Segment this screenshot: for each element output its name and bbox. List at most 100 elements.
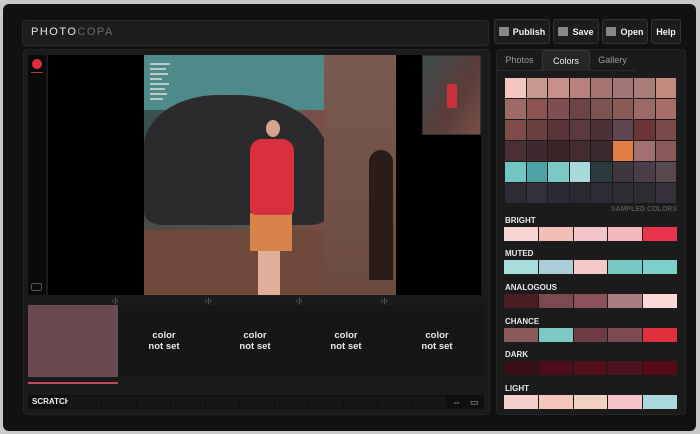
scratch-cell[interactable] (309, 396, 343, 408)
palette-swatch[interactable] (643, 328, 677, 342)
palette-swatch[interactable] (504, 294, 538, 308)
scratch-cell[interactable] (171, 396, 205, 408)
palette-swatch[interactable] (608, 328, 643, 342)
sampled-color-cell[interactable] (612, 141, 633, 161)
palette-swatch[interactable] (643, 227, 677, 241)
sampled-color-cell[interactable] (591, 99, 612, 119)
tab-gallery[interactable]: Gallery (590, 50, 635, 71)
sampled-color-cell[interactable] (505, 162, 526, 182)
sampled-color-cell[interactable] (548, 99, 569, 119)
sampled-color-cell[interactable] (505, 120, 526, 140)
palette-swatch[interactable] (608, 227, 643, 241)
scratch-cell[interactable] (412, 396, 446, 408)
sampled-color-cell[interactable] (655, 99, 676, 119)
palette-swatch[interactable] (538, 227, 573, 241)
swatch-divider-handle[interactable]: ‹|› (381, 298, 387, 305)
palette-swatch[interactable] (608, 260, 643, 274)
palette-swatch[interactable] (643, 361, 677, 375)
sampled-color-cell[interactable] (634, 99, 655, 119)
main-photo[interactable] (144, 55, 396, 295)
sampled-color-cell[interactable] (526, 78, 547, 98)
photo-thumbnail[interactable] (422, 55, 481, 135)
sampled-color-cell[interactable] (612, 78, 633, 98)
scratch-cell[interactable] (102, 396, 136, 408)
open-button[interactable]: Open (602, 19, 648, 44)
swatch-slot-1[interactable] (28, 305, 118, 377)
sampled-color-cell[interactable] (612, 183, 633, 203)
sampled-color-cell[interactable] (548, 78, 569, 98)
tab-colors[interactable]: Colors (542, 50, 590, 71)
sampled-color-cell[interactable] (548, 120, 569, 140)
sampled-color-cell[interactable] (655, 141, 676, 161)
scratch-cell[interactable] (274, 396, 309, 408)
sampled-color-cell[interactable] (612, 120, 633, 140)
palette-swatch[interactable] (573, 361, 608, 375)
sampled-color-cell[interactable] (526, 162, 547, 182)
palette-swatch[interactable] (504, 260, 538, 274)
sampled-color-cell[interactable] (655, 78, 676, 98)
sampled-color-cell[interactable] (634, 78, 655, 98)
palette-swatch[interactable] (608, 294, 643, 308)
palette-swatch[interactable] (608, 361, 643, 375)
sampled-color-cell[interactable] (569, 120, 590, 140)
sampled-color-cell[interactable] (634, 183, 655, 203)
palette-swatch[interactable] (608, 395, 643, 409)
sampled-color-cell[interactable] (548, 141, 569, 161)
palette-swatch[interactable] (504, 227, 538, 241)
palette-swatch[interactable] (573, 395, 608, 409)
sampled-color-cell[interactable] (569, 141, 590, 161)
sampled-color-cell[interactable] (612, 162, 633, 182)
palette-swatch[interactable] (504, 328, 538, 342)
palette-swatch[interactable] (538, 328, 573, 342)
sampled-color-cell[interactable] (569, 99, 590, 119)
palette-swatch[interactable] (643, 260, 677, 274)
photo-canvas[interactable] (48, 55, 481, 295)
sampled-color-cell[interactable] (655, 183, 676, 203)
swatch-slot-2[interactable]: color not set (119, 305, 209, 377)
sampled-color-cell[interactable] (526, 99, 547, 119)
sampled-color-cell[interactable] (655, 162, 676, 182)
sampled-color-cell[interactable] (634, 162, 655, 182)
sampled-color-cell[interactable] (548, 183, 569, 203)
scratch-cell[interactable] (240, 396, 274, 408)
sampled-color-cell[interactable] (505, 141, 526, 161)
swatch-divider-handle[interactable]: ‹|› (205, 298, 211, 305)
help-button[interactable]: Help (651, 19, 681, 44)
palette-swatch[interactable] (538, 395, 573, 409)
sampled-color-cell[interactable] (591, 141, 612, 161)
keyboard-icon[interactable]: ▭ (470, 397, 479, 408)
sampled-color-cell[interactable] (526, 183, 547, 203)
sampled-color-cell[interactable] (526, 141, 547, 161)
sampled-color-cell[interactable] (569, 162, 590, 182)
sampled-color-cell[interactable] (505, 183, 526, 203)
palette-swatch[interactable] (538, 294, 573, 308)
palette-swatch[interactable] (504, 395, 538, 409)
sampled-color-cell[interactable] (612, 99, 633, 119)
scratch-cell[interactable] (343, 396, 378, 408)
sampled-color-cell[interactable] (591, 162, 612, 182)
scratch-cell[interactable] (136, 396, 171, 408)
palette-swatch[interactable] (643, 294, 677, 308)
sampled-color-cell[interactable] (591, 78, 612, 98)
swatch-divider-handle[interactable]: ‹|› (112, 298, 118, 305)
sampled-color-cell[interactable] (655, 120, 676, 140)
palette-swatch[interactable] (573, 227, 608, 241)
link-icon[interactable]: ⇔ (452, 397, 461, 407)
swatch-divider-handle[interactable]: ‹|› (296, 298, 302, 305)
palette-swatch[interactable] (573, 294, 608, 308)
publish-button[interactable]: Publish (494, 19, 550, 44)
palette-swatch[interactable] (504, 361, 538, 375)
sampled-color-cell[interactable] (591, 120, 612, 140)
sampled-color-cell[interactable] (548, 162, 569, 182)
swatch-slot-5[interactable]: color not set (392, 305, 482, 377)
palette-swatch[interactable] (573, 328, 608, 342)
sampled-color-cell[interactable] (634, 141, 655, 161)
sampled-color-cell[interactable] (505, 78, 526, 98)
save-button[interactable]: Save (553, 19, 599, 44)
sampled-color-cell[interactable] (569, 183, 590, 203)
sampled-color-cell[interactable] (526, 120, 547, 140)
palette-swatch[interactable] (573, 260, 608, 274)
palette-swatch[interactable] (538, 361, 573, 375)
swatch-slot-4[interactable]: color not set (301, 305, 391, 377)
color-picker-icon[interactable] (32, 59, 42, 69)
